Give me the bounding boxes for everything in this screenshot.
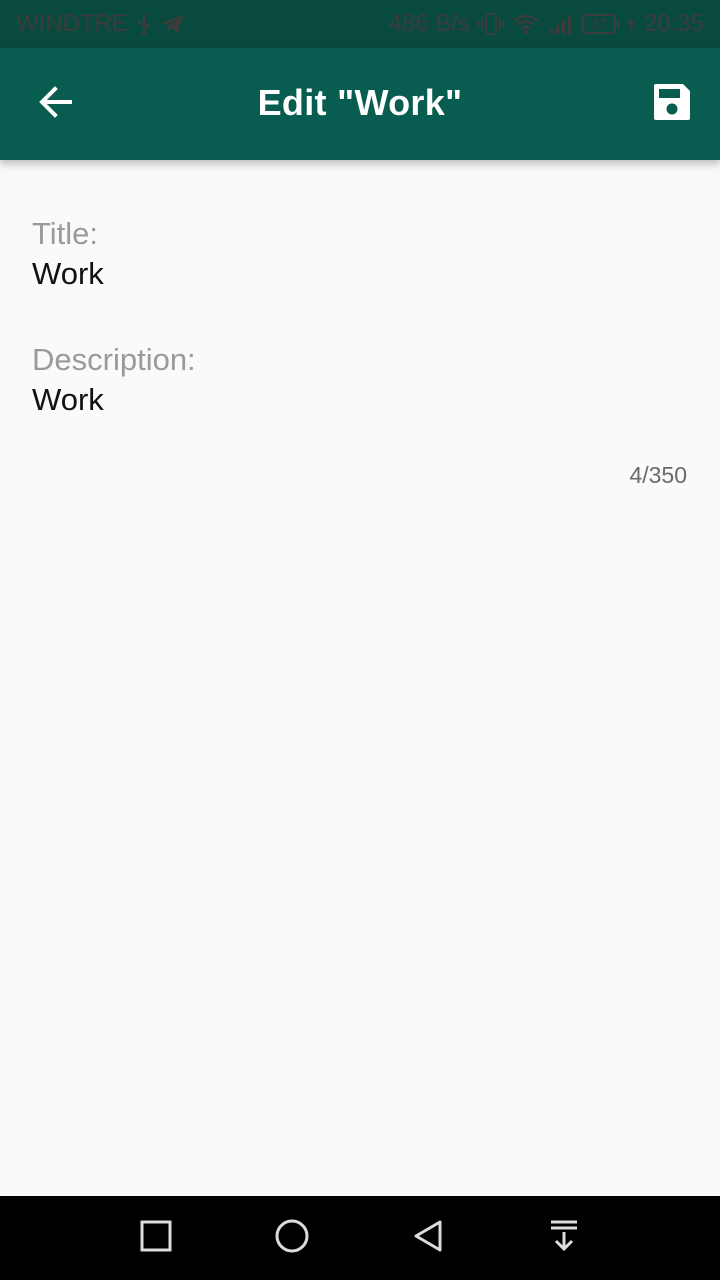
carrier-name: WINDTRE (16, 10, 128, 37)
description-label: Description: (32, 342, 196, 377)
recents-button[interactable] (132, 1214, 180, 1262)
floppy-save-icon (652, 82, 692, 127)
battery-level: 37 (590, 15, 608, 33)
notification-pull-down-icon (548, 1219, 580, 1258)
status-bar-left: WINDTRE (16, 10, 184, 38)
notification-pull-down-button[interactable] (540, 1214, 588, 1262)
app-bar: Edit "Work" (0, 48, 720, 160)
network-speed: 486 B/s (388, 10, 470, 37)
description-field[interactable]: Work (32, 380, 688, 420)
status-bar-right: 486 B/s 37 20:35 (389, 10, 704, 38)
save-button[interactable] (640, 72, 704, 136)
status-bar: WINDTRE 486 B/s 37 20:35 (0, 0, 720, 48)
charging-icon (626, 14, 636, 34)
vibrate-icon (477, 12, 504, 36)
telegram-icon (160, 13, 184, 35)
battery-icon: 37 (581, 14, 620, 34)
title-field[interactable]: Work (32, 254, 688, 294)
clock: 20:35 (643, 10, 704, 37)
recents-square-icon (140, 1220, 172, 1257)
screen: WINDTRE 486 B/s 37 20:35 Edit "Work" Tit… (0, 0, 720, 1280)
home-circle-icon (274, 1218, 310, 1259)
back-nav-button[interactable] (404, 1214, 452, 1262)
edit-form: Title: Work Description: Work (32, 214, 688, 420)
page-title: Edit "Work" (257, 82, 463, 123)
navigation-bar (0, 1196, 720, 1280)
back-triangle-icon (412, 1219, 444, 1258)
signal-icon (548, 13, 574, 35)
title-label: Title: (32, 216, 99, 251)
home-button[interactable] (268, 1214, 316, 1262)
usb-icon (136, 12, 152, 36)
wifi-icon (512, 13, 540, 35)
character-counter: 4/350 (629, 462, 687, 488)
